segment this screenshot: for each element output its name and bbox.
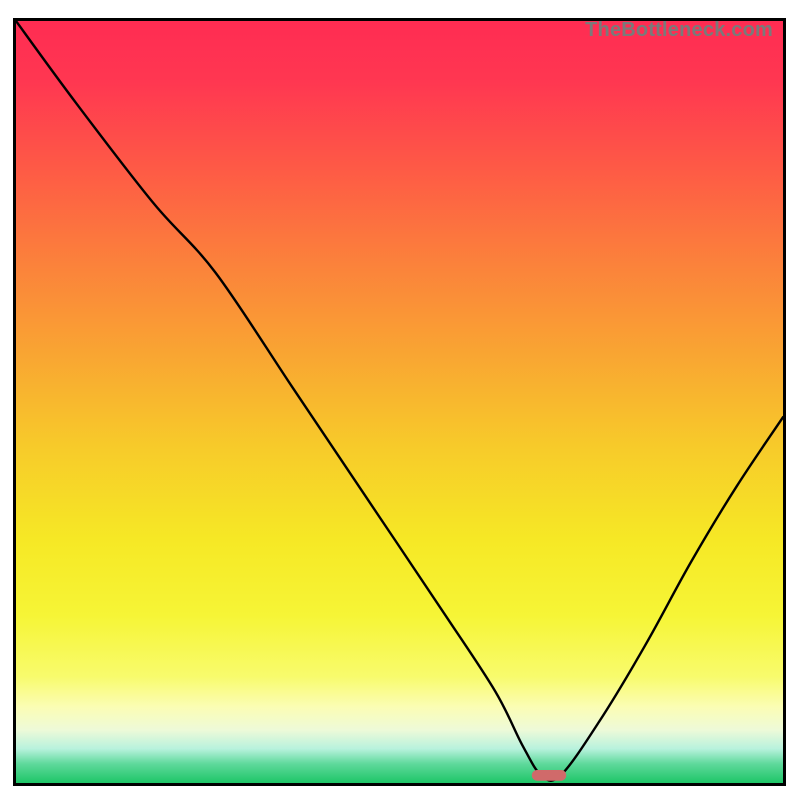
- gradient-background: [16, 21, 783, 783]
- optimal-marker: [532, 770, 567, 781]
- watermark-label: TheBottleneck.com: [585, 19, 773, 42]
- bottleneck-chart: [16, 21, 783, 783]
- chart-frame: TheBottleneck.com: [13, 18, 786, 786]
